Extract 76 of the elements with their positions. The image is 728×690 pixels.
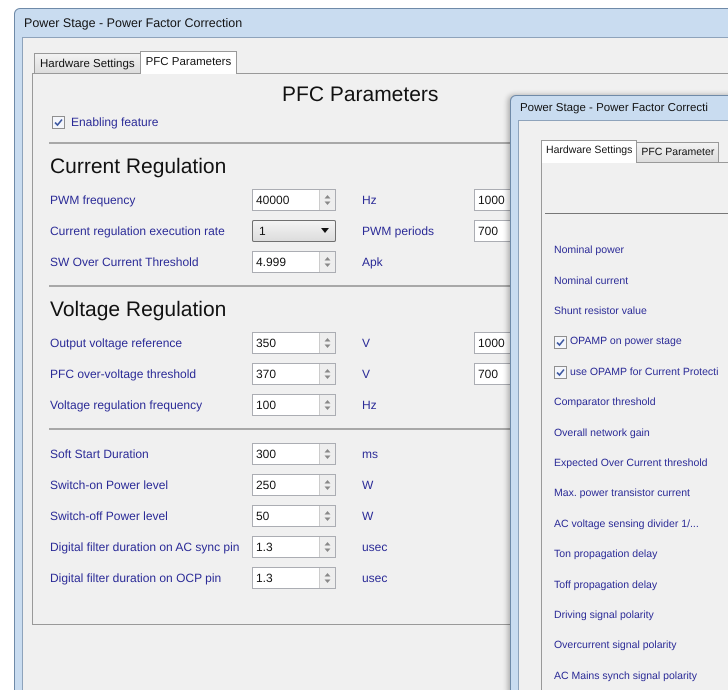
spin-field[interactable]: 40000 [252, 188, 336, 210]
checkbox-label: OPAMP on power stage [570, 334, 682, 350]
unit-label: V [362, 366, 372, 382]
spin-buttons[interactable] [319, 190, 335, 210]
field-label: AC voltage sensing divider 1/... [554, 516, 699, 532]
checkbox[interactable] [554, 336, 567, 349]
unit-label: Hz [362, 396, 378, 414]
panel-heading: PFC Parameters [282, 82, 438, 108]
unit-label: W [362, 508, 374, 524]
spin-field[interactable]: 50 [252, 504, 336, 526]
field-label: Soft Start Duration [50, 446, 150, 462]
field-label: Current regulation execution rate [50, 222, 226, 240]
spin-buttons[interactable] [319, 394, 335, 414]
checkbox[interactable] [52, 116, 65, 128]
spin-field[interactable]: 300 [252, 442, 336, 464]
field-label: Comparator threshold [554, 395, 656, 410]
unit-label: Apk [362, 254, 384, 270]
field-label: Nominal current [554, 274, 628, 289]
field-label: Nominal power [554, 243, 624, 258]
unit-label: usec [362, 538, 388, 556]
field-label: Output voltage reference [50, 334, 184, 352]
spin-buttons[interactable] [319, 444, 335, 464]
field-label: Voltage regulation frequency [50, 396, 204, 414]
checkbox-label: use OPAMP for Current Protecti [570, 364, 718, 380]
spin-buttons[interactable] [319, 536, 335, 556]
spin-buttons[interactable] [319, 568, 335, 588]
tab[interactable]: Hardware Settings [34, 53, 141, 73]
tab[interactable]: PFC Parameters [140, 51, 238, 74]
tab[interactable]: PFC Parameter [636, 142, 720, 162]
input-field[interactable]: 1000 [474, 332, 512, 354]
checkbox-label: Enabling feature [71, 114, 158, 131]
input-field[interactable]: 1000 [474, 188, 512, 210]
dropdown[interactable]: 1 [252, 220, 336, 242]
field-label: PFC over-voltage threshold [50, 366, 198, 382]
spin-field[interactable]: 100 [252, 394, 336, 416]
field-label: Shunt resistor value [554, 304, 647, 320]
unit-label: W [362, 476, 374, 494]
window-title: Power Stage - Power Factor Correction [23, 15, 242, 32]
checkbox[interactable] [554, 366, 567, 380]
field-label: Overcurrent signal polarity [554, 638, 677, 654]
spin-buttons[interactable] [319, 364, 335, 384]
unit-label: usec [362, 570, 388, 586]
field-label: Max. power transistor current [554, 486, 690, 502]
section-heading: Voltage Regulation [50, 297, 226, 323]
spin-buttons[interactable] [319, 506, 335, 526]
spin-field[interactable]: 1.3 [252, 566, 336, 588]
spin-field[interactable]: 1.3 [252, 536, 336, 558]
spin-field[interactable]: 350 [252, 332, 336, 354]
spin-buttons[interactable] [319, 474, 335, 494]
field-label: Ton propagation delay [554, 547, 658, 562]
unit-label: ms [362, 446, 379, 462]
spin-buttons[interactable] [319, 252, 335, 272]
field-label: SW Over Current Threshold [50, 254, 200, 270]
window-title: Power Stage - Power Factor Correcti [519, 101, 708, 116]
spin-field[interactable]: 4.999 [252, 250, 336, 272]
field-label: Driving signal polarity [554, 608, 654, 623]
input-field[interactable]: 700 [474, 220, 512, 242]
spin-field[interactable]: 250 [252, 474, 336, 496]
unit-label: PWM periods [362, 222, 436, 240]
field-label: Toff propagation delay [554, 578, 658, 593]
caret-icon [321, 228, 329, 233]
tab[interactable]: Hardware Settings [541, 140, 638, 163]
field-label: Digital filter duration on OCP pin [50, 570, 222, 586]
spin-buttons[interactable] [319, 332, 335, 352]
unit-label: V [362, 334, 372, 352]
field-label: Digital filter duration on AC sync pin [50, 538, 240, 556]
field-label: Expected Over Current threshold [554, 456, 708, 472]
input-field[interactable]: 700 [474, 362, 512, 384]
spin-field[interactable]: 370 [252, 362, 336, 384]
section-heading: Current Regulation [50, 154, 226, 180]
unit-label: Hz [362, 192, 378, 208]
field-label: PWM frequency [50, 192, 136, 208]
field-label: Overall network gain [554, 426, 650, 441]
field-label: Switch-on Power level [50, 476, 170, 494]
field-label: AC Mains synch signal polarity [554, 668, 697, 684]
field-label: Switch-off Power level [50, 508, 169, 524]
